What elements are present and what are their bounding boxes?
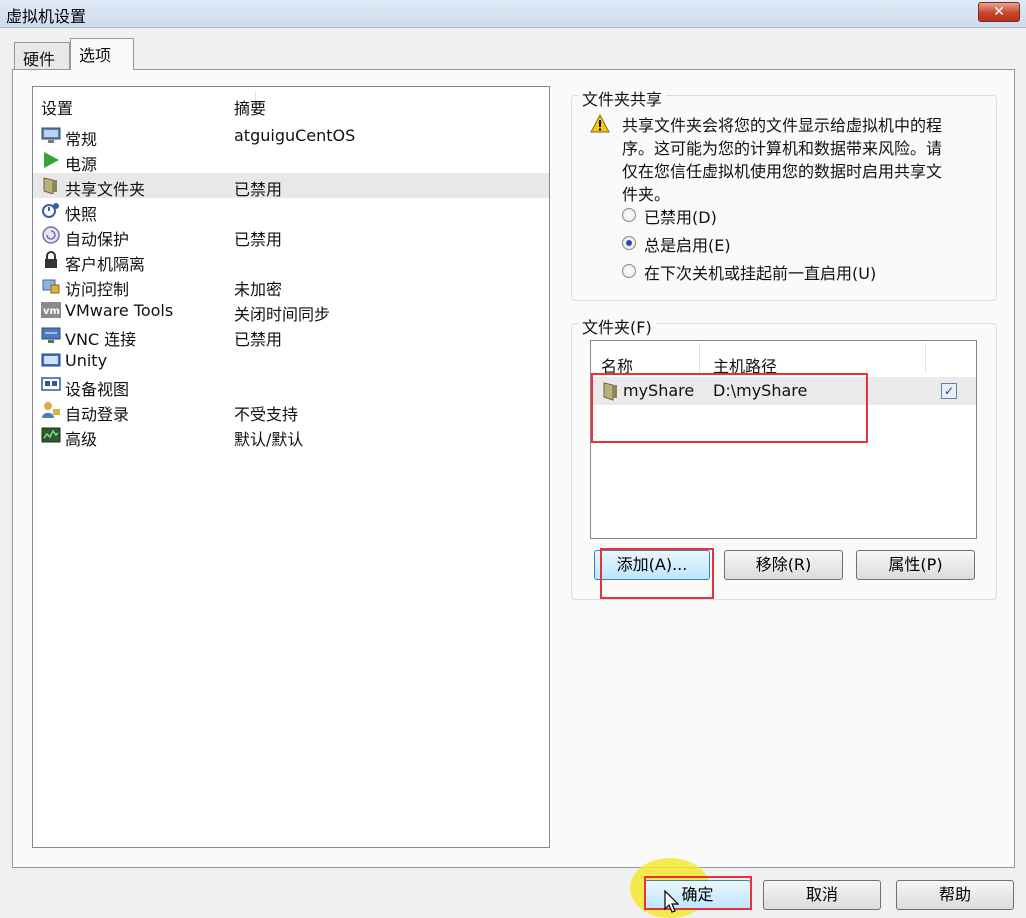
settings-item-advanced[interactable]: 高级 默认/默认: [33, 423, 549, 449]
warning-icon: [590, 114, 610, 133]
settings-item-summary: atguiguCentOS: [234, 126, 356, 145]
settings-item-power[interactable]: 电源: [33, 148, 549, 174]
vmware-tools-icon: vm: [41, 302, 61, 318]
settings-item-summary: 不受支持: [234, 405, 299, 424]
shared-folders-warning: 共享文件夹会将您的文件显示给虚拟机中的程序。这可能为您的计算机和数据带来风险。请…: [622, 116, 943, 204]
settings-item-summary: 关闭时间同步: [234, 305, 331, 324]
play-icon: [44, 152, 59, 168]
cancel-button[interactable]: 取消: [763, 880, 881, 910]
access-control-icon: [42, 279, 60, 294]
column-header-summary[interactable]: 摘要: [234, 95, 266, 119]
mouse-cursor-icon: [664, 890, 680, 913]
folders-group-title: 文件夹(F): [578, 314, 656, 338]
shared-folders-group-title: 文件夹共享: [578, 86, 667, 110]
settings-item-shared-folders[interactable]: 共享文件夹 已禁用: [33, 173, 549, 199]
device-view-icon: [41, 377, 61, 391]
settings-item-name: 电源: [65, 155, 98, 174]
settings-item-guest-isolation[interactable]: 客户机隔离: [33, 248, 549, 274]
settings-item-name: Unity: [65, 351, 108, 370]
settings-item-unity[interactable]: Unity: [33, 348, 549, 373]
settings-item-name: 共享文件夹: [65, 180, 146, 199]
settings-item-name: 高级: [65, 430, 98, 449]
settings-item-name: 自动保护: [65, 230, 130, 249]
settings-item-summary: 已禁用: [234, 230, 283, 249]
radio-label: 已禁用(D): [644, 208, 717, 227]
title-bar: 虚拟机设置 ✕: [0, 0, 1026, 28]
radio-label: 总是启用(E): [644, 236, 731, 255]
settings-item-access-control[interactable]: 访问控制 未加密: [33, 273, 549, 299]
settings-item-summary: 已禁用: [234, 330, 283, 349]
settings-item-vnc[interactable]: VNC 连接 已禁用: [33, 323, 549, 349]
settings-item-name: 设备视图: [65, 380, 130, 399]
settings-item-name: 客户机隔离: [65, 255, 146, 274]
settings-item-autologin[interactable]: 自动登录 不受支持: [33, 398, 549, 424]
autoprotect-icon: [42, 226, 60, 244]
settings-item-device-view[interactable]: 设备视图: [33, 373, 549, 399]
tab-hardware[interactable]: 硬件: [14, 42, 70, 70]
folder-properties-button[interactable]: 属性(P): [856, 550, 975, 580]
settings-item-name: 快照: [65, 205, 98, 224]
settings-item-name: VMware Tools: [65, 301, 174, 320]
settings-item-general[interactable]: 常规 atguiguCentOS: [33, 123, 549, 149]
radio-label: 在下次关机或挂起前一直启用(U): [644, 264, 877, 283]
annotation-highlight-folder-row: [591, 373, 868, 443]
shared-folder-icon: [43, 177, 57, 194]
autologin-icon: [42, 402, 60, 418]
settings-item-summary: 已禁用: [234, 180, 283, 199]
annotation-highlight-add-button: [600, 548, 714, 599]
column-header-setting[interactable]: 设置: [41, 95, 73, 119]
folder-enabled-checkbox[interactable]: ✓: [941, 383, 957, 399]
settings-item-name: 常规: [65, 130, 98, 149]
settings-item-summary: 未加密: [234, 280, 283, 299]
snapshot-icon: [42, 203, 59, 218]
close-button[interactable]: ✕: [978, 2, 1020, 22]
tab-options[interactable]: 选项: [70, 38, 134, 70]
advanced-icon: [41, 427, 61, 443]
svg-text:vm: vm: [43, 306, 60, 317]
monitor-icon: [41, 127, 61, 143]
unity-icon: [41, 353, 61, 367]
settings-item-snapshot[interactable]: 快照: [33, 198, 549, 224]
settings-list-header: 设置 摘要: [33, 87, 549, 119]
help-button[interactable]: 帮助: [896, 880, 1014, 910]
window-title: 虚拟机设置: [6, 7, 87, 26]
settings-item-name: 自动登录: [65, 405, 130, 424]
vnc-icon: [41, 327, 61, 343]
radio-button[interactable]: [622, 208, 636, 222]
settings-item-name: 访问控制: [65, 280, 130, 299]
radio-button[interactable]: [622, 236, 636, 250]
remove-folder-button[interactable]: 移除(R): [724, 550, 843, 580]
settings-item-vmware-tools[interactable]: vm VMware Tools 关闭时间同步: [33, 298, 549, 324]
settings-item-name: VNC 连接: [65, 330, 137, 349]
lock-icon: [45, 251, 57, 268]
annotation-highlight-ok-button: [644, 876, 752, 910]
settings-item-summary: 默认/默认: [234, 430, 304, 449]
settings-list: 设置 摘要 常规 atguiguCentOS 电源 共享文件夹 已禁用 快照 自…: [32, 86, 550, 848]
radio-button[interactable]: [622, 264, 636, 278]
settings-item-autoprotect[interactable]: 自动保护 已禁用: [33, 223, 549, 249]
